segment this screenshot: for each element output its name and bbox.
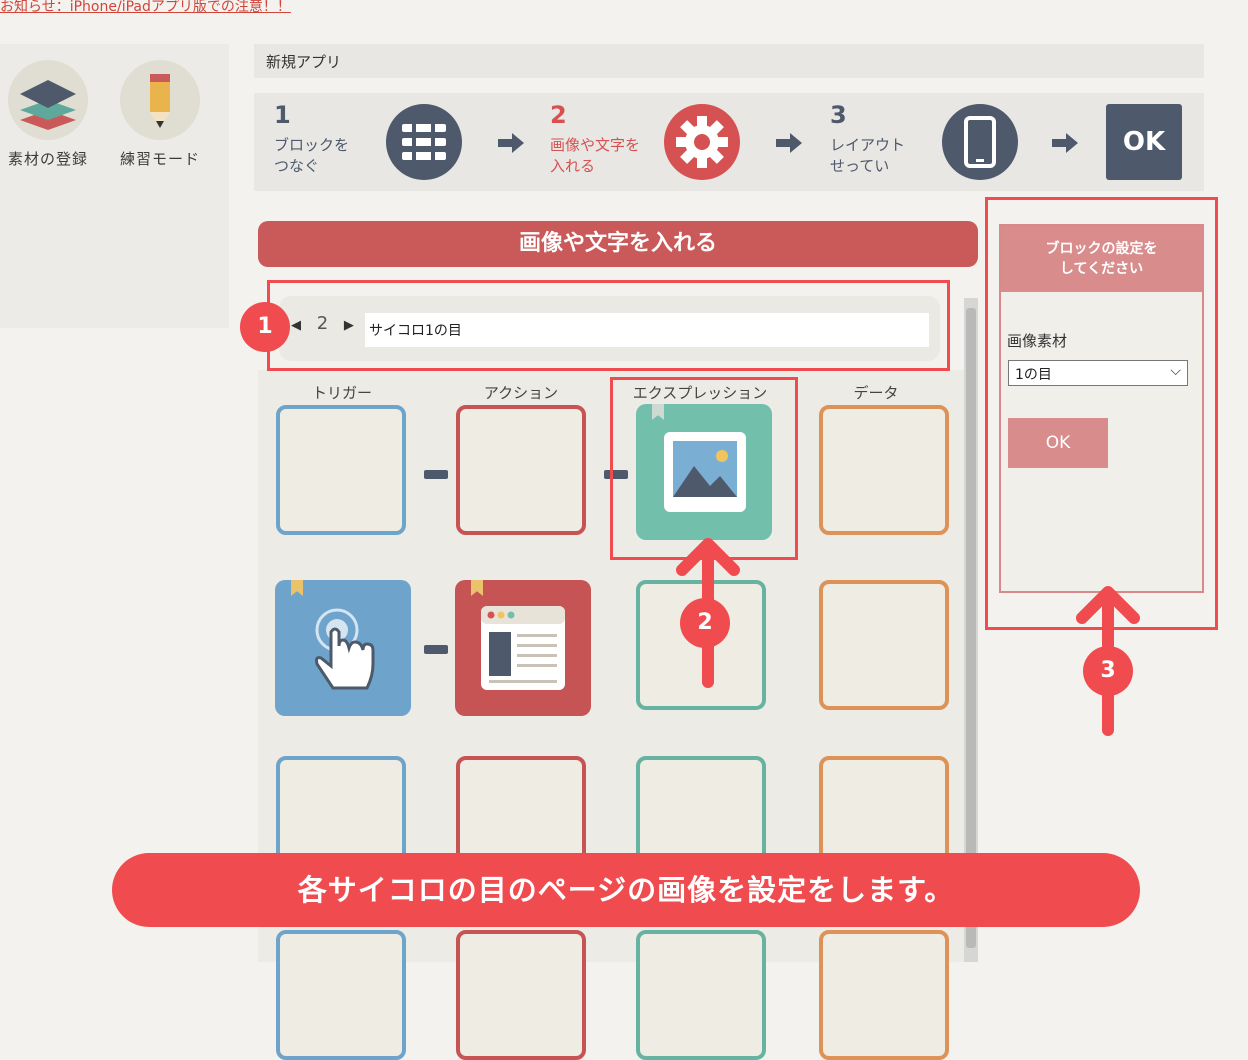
touch-icon: [315, 608, 375, 690]
tool-label: 練習モード: [119, 150, 200, 168]
blocks-icon[interactable]: [386, 104, 462, 180]
step-3-number: 3: [830, 101, 847, 129]
trigger-slot[interactable]: [276, 930, 406, 1060]
step-badge: 2: [680, 598, 730, 648]
step-1-text: ブロックを つなぐ: [274, 136, 350, 175]
layers-icon: [8, 60, 88, 140]
phone-icon[interactable]: [942, 104, 1018, 180]
highlight-expression-block: [610, 377, 798, 560]
steps-bar: 1 ブロックを つなぐ 2 画像や文字を 入れる 3 レイアウト せってい OK: [254, 93, 1204, 191]
highlight-settings-panel: [985, 197, 1218, 630]
practice-mode-tool[interactable]: 練習モード: [118, 60, 202, 169]
step-3-text: レイアウト せってい: [830, 136, 906, 175]
step-arrow-icon: [1052, 133, 1078, 157]
tool-label: 素材の登録: [7, 150, 88, 168]
step-2-text: 画像や文字を 入れる: [550, 136, 641, 175]
step-arrow-icon: [776, 133, 802, 157]
tools-panel: 素材の登録 練習モード: [0, 44, 229, 328]
step-badge: 1: [240, 302, 290, 352]
pencil-icon: [120, 60, 200, 140]
action-slot[interactable]: [456, 405, 586, 535]
data-slot[interactable]: [819, 580, 949, 710]
step-1-number: 1: [274, 101, 291, 129]
section-banner: 画像や文字を入れる: [258, 221, 978, 267]
column-header-trigger: トリガー: [311, 384, 372, 402]
trigger-touch-block[interactable]: [275, 580, 411, 716]
caption-banner: 各サイコロの目のページの画像を設定をします。: [112, 853, 1140, 927]
step-badge: 3: [1083, 646, 1133, 696]
app-title: 新規アプリ: [266, 53, 342, 71]
data-slot[interactable]: [819, 930, 949, 1060]
column-header-data: データ: [853, 384, 899, 402]
app-title-bar: 新規アプリ: [254, 44, 1204, 78]
step-2-number: 2: [550, 101, 567, 129]
notice-link[interactable]: お知らせ：iPhone/iPadアプリ版での注意！！: [0, 0, 291, 16]
highlight-page-nav: [267, 280, 950, 371]
connector: [424, 470, 448, 479]
gear-icon[interactable]: [664, 104, 740, 180]
trigger-slot[interactable]: [276, 405, 406, 535]
step-ok-button[interactable]: OK: [1106, 104, 1182, 180]
step-arrow-icon: [498, 133, 524, 157]
data-slot[interactable]: [819, 405, 949, 535]
action-page-block[interactable]: [455, 580, 591, 716]
scroll-thumb[interactable]: [966, 308, 976, 948]
action-slot[interactable]: [456, 930, 586, 1060]
expression-slot[interactable]: [636, 930, 766, 1060]
webpage-icon: [481, 606, 565, 690]
material-register-tool[interactable]: 素材の登録: [6, 60, 90, 169]
connector: [424, 645, 448, 654]
column-header-action: アクション: [483, 384, 559, 402]
